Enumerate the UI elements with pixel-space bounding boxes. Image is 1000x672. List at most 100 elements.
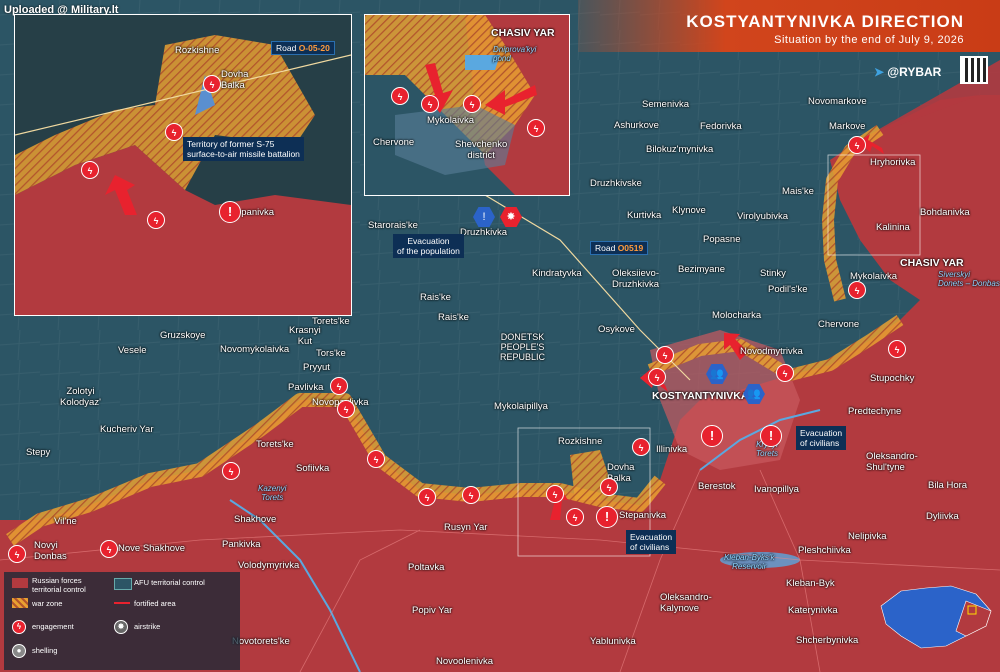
legend-war-zone: war zone bbox=[32, 599, 63, 608]
lightning-icon[interactable]: ϟ bbox=[463, 95, 481, 113]
lightning-icon[interactable]: ϟ bbox=[600, 478, 618, 496]
place-oleksandro-shultyne: Oleksandro- Shul'tyne bbox=[866, 451, 918, 473]
place-novodmytrivka: Novodmytrivka bbox=[740, 346, 803, 357]
exclamation-icon[interactable]: ! bbox=[760, 425, 782, 447]
place-sofiivka: Sofiivka bbox=[296, 463, 330, 474]
place-popasne: Popasne bbox=[703, 234, 741, 245]
place-krasnyi-kut: Krasnyi Kut bbox=[289, 325, 321, 347]
inset-map-rozkishne: Road O-05-20 Rozkishne Dovha Balka Terri… bbox=[14, 14, 352, 316]
evacuation-civilians-box-1: Evacuation of civilians bbox=[796, 426, 847, 450]
inset-map-canvas bbox=[15, 15, 351, 315]
legend-engagement: engagement bbox=[32, 622, 74, 631]
legend-swatch-war-zone bbox=[12, 598, 28, 608]
place-pryyut: Pryyut bbox=[303, 362, 330, 373]
place-zolotyi-kolodyaz: Zolotyi Kolodyaz' bbox=[60, 386, 101, 408]
legend-swatch-fortified bbox=[114, 602, 130, 604]
legend-airstrike: airstrike bbox=[134, 622, 161, 631]
place-novomykolaivka: Novomykolaivka bbox=[220, 344, 290, 355]
lightning-icon[interactable]: ϟ bbox=[222, 462, 240, 480]
place-novoolenivka: Novoolenivka bbox=[436, 656, 494, 667]
place-stupochky: Stupochky bbox=[870, 373, 915, 384]
place-vesele: Vesele bbox=[118, 345, 147, 356]
place-katerynivka: Katerynivka bbox=[788, 605, 838, 616]
legend-swatch-afu bbox=[114, 578, 132, 590]
lightning-icon[interactable]: ϟ bbox=[330, 377, 348, 395]
lightning-icon[interactable]: ϟ bbox=[648, 368, 666, 386]
place-molocharka: Molocharka bbox=[712, 310, 762, 321]
lightning-icon[interactable]: ϟ bbox=[8, 545, 26, 563]
inset-chervone-label: Chervone bbox=[373, 137, 415, 148]
place-mais-ke: Mais'ke bbox=[782, 186, 814, 197]
lightning-icon[interactable]: ϟ bbox=[546, 485, 564, 503]
legend-swatch-russian bbox=[12, 578, 28, 588]
region-label: DONETSK PEOPLE'S REPUBLIC bbox=[500, 332, 546, 362]
legend-afu: AFU territorial control bbox=[134, 578, 205, 587]
place-hryhorivka: Hryhorivka bbox=[870, 157, 916, 168]
telegram-icon: ➤ bbox=[874, 65, 885, 79]
place-kucheriv-yar: Kucheriv Yar bbox=[100, 424, 154, 435]
inset-road-prefix: Road bbox=[276, 43, 299, 53]
place-chasiv-yar: CHASIV YAR bbox=[900, 257, 964, 269]
place-rozkishne: Rozkishne bbox=[558, 436, 603, 447]
place-fedorivka: Fedorivka bbox=[700, 121, 742, 132]
place-osykove: Osykove bbox=[598, 324, 635, 335]
brand-label: @RYBAR bbox=[887, 65, 942, 79]
lightning-icon[interactable]: ϟ bbox=[147, 211, 165, 229]
lightning-icon[interactable]: ϟ bbox=[367, 450, 385, 468]
place-podil-s-ke: Podil's'ke bbox=[768, 284, 808, 295]
lightning-icon[interactable]: ϟ bbox=[418, 488, 436, 506]
reservoir-label: Kleban-Byks'k Reservoir bbox=[724, 553, 775, 571]
legend: Russian forces territorial control AFU t… bbox=[4, 572, 240, 670]
lightning-icon[interactable]: ϟ bbox=[337, 400, 355, 418]
place-bohdanivka: Bohdanivka bbox=[920, 207, 970, 218]
road-code: O0519 bbox=[617, 243, 644, 253]
lightning-icon[interactable]: ϟ bbox=[462, 486, 480, 504]
lightning-icon[interactable]: ϟ bbox=[656, 346, 674, 364]
place-ashurkove: Ashurkove bbox=[614, 120, 659, 131]
exclamation-icon[interactable]: ! bbox=[596, 506, 618, 528]
lightning-icon[interactable]: ϟ bbox=[165, 123, 183, 141]
place-vil-ne: Vil'ne bbox=[54, 516, 77, 527]
evacuation-civilians-box-2: Evacuation of civilians bbox=[626, 530, 677, 554]
place-berestok: Berestok bbox=[698, 481, 736, 492]
place-illinivka: Illinivka bbox=[656, 444, 688, 455]
place-virolyubivka: Virolyubivka bbox=[737, 211, 789, 222]
qr-code[interactable] bbox=[960, 56, 988, 84]
exclamation-icon[interactable]: ! bbox=[219, 201, 241, 223]
lightning-icon[interactable]: ϟ bbox=[888, 340, 906, 358]
inset-map-chasiv-yar: CHASIV YAR Dniprova'kyi pond Mykolaivka … bbox=[364, 14, 570, 196]
lightning-icon[interactable]: ϟ bbox=[391, 87, 409, 105]
lightning-icon[interactable]: ϟ bbox=[100, 540, 118, 558]
lightning-icon[interactable]: ϟ bbox=[203, 75, 221, 93]
place-oleksiievo: Oleksiievo- Druzhkivka bbox=[612, 268, 659, 290]
airstrike-icon: ✸ bbox=[114, 620, 128, 634]
place-oleksandro-kalynove: Oleksandro- Kalynove bbox=[660, 592, 712, 614]
lightning-icon[interactable]: ϟ bbox=[527, 119, 545, 137]
place-pankivka: Pankivka bbox=[222, 539, 261, 550]
exclamation-icon[interactable]: ! bbox=[701, 425, 723, 447]
map-subtitle: Situation by the end of July 9, 2026 bbox=[774, 34, 964, 46]
place-tors-ke: Tors'ke bbox=[316, 348, 346, 359]
lightning-icon[interactable]: ϟ bbox=[566, 508, 584, 526]
lightning-icon[interactable]: ϟ bbox=[848, 281, 866, 299]
place-kurtivka: Kurtivka bbox=[627, 210, 662, 221]
legend-fortified: fortified area bbox=[134, 599, 176, 608]
lightning-icon[interactable]: ϟ bbox=[81, 161, 99, 179]
shelling-icon: ● bbox=[12, 644, 26, 658]
place-gruzskoye: Gruzskoye bbox=[160, 330, 206, 341]
river-kazenyi-torets-label: Kazenyi Torets bbox=[258, 484, 287, 502]
place-markove: Markove bbox=[829, 121, 866, 132]
lightning-icon[interactable]: ϟ bbox=[421, 95, 439, 113]
legend-shelling: shelling bbox=[32, 646, 58, 655]
ukraine-minimap bbox=[876, 576, 996, 656]
place-stepy: Stepy bbox=[26, 447, 51, 458]
place-toretske-mid: Torets'ke bbox=[256, 439, 294, 450]
lightning-icon[interactable]: ϟ bbox=[632, 438, 650, 456]
place-mykolaipillya: Mykolaipillya bbox=[494, 401, 548, 412]
brand-handle[interactable]: ➤ @RYBAR bbox=[874, 65, 941, 79]
place-shcherbynivka: Shcherbynivka bbox=[796, 635, 859, 646]
inset-place-rozkishne: Rozkishne bbox=[175, 45, 220, 56]
place-pavlivka: Pavlivka bbox=[288, 382, 324, 393]
lightning-icon[interactable]: ϟ bbox=[848, 136, 866, 154]
lightning-icon[interactable]: ϟ bbox=[776, 364, 794, 382]
